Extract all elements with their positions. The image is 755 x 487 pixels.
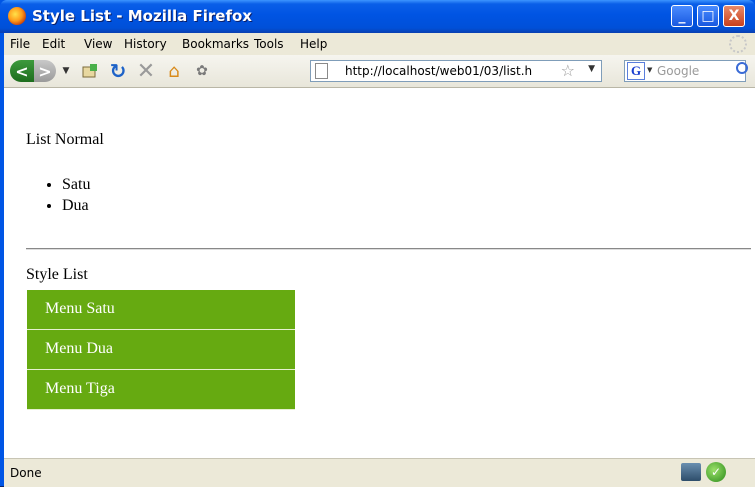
menu-file[interactable]: File (10, 37, 30, 51)
throbber-icon (729, 35, 747, 53)
search-box[interactable]: G ▼ Google (624, 60, 746, 82)
firefox-logo-icon (8, 7, 26, 25)
style-list-title: Style List (26, 266, 88, 283)
menu-item-tiga[interactable]: Menu Tiga (27, 370, 295, 410)
search-placeholder[interactable]: Google (657, 64, 699, 78)
horizontal-rule (26, 248, 751, 250)
menu-tools[interactable]: Tools (254, 37, 284, 51)
home-icon[interactable]: ⌂ (162, 60, 186, 82)
google-engine-icon[interactable]: G (627, 62, 645, 80)
maximize-button[interactable]: □ (697, 5, 719, 27)
menu-item-satu[interactable]: Menu Satu (27, 290, 295, 330)
list-item: Satu (62, 174, 90, 195)
page-icon (315, 63, 328, 79)
window-title: Style List - Mozilla Firefox (32, 7, 252, 25)
engine-dropdown-icon[interactable]: ▼ (647, 66, 652, 74)
style-menu-list: Menu Satu Menu Dua Menu Tiga (27, 290, 295, 410)
normal-list: Satu Dua (44, 174, 90, 216)
menu-bookmarks[interactable]: Bookmarks (182, 37, 249, 51)
reload-icon[interactable]: ↻ (106, 59, 130, 83)
history-dropdown-icon[interactable]: ▼ (60, 60, 72, 82)
navigation-toolbar: < > ▼ ↻ ✕ ⌂ ✿ http://localhost/web01/03/… (4, 55, 755, 88)
menu-item-dua[interactable]: Menu Dua (27, 330, 295, 370)
status-bar: Done ✓ (4, 458, 755, 487)
search-icon[interactable] (736, 62, 748, 74)
menu-bar: File Edit View History Bookmarks Tools H… (4, 33, 755, 55)
menu-view[interactable]: View (84, 37, 112, 51)
addons-icon[interactable]: ✿ (190, 60, 214, 82)
url-bar[interactable]: http://localhost/web01/03/list.h ☆ ▼ (310, 60, 602, 82)
check-icon[interactable]: ✓ (706, 462, 726, 482)
back-button[interactable]: < (10, 60, 34, 82)
status-text: Done (10, 466, 42, 480)
page-content: List Normal Satu Dua Style List Menu Sat… (4, 88, 755, 458)
title-bar: Style List - Mozilla Firefox _ □ X (0, 0, 755, 33)
menu-history[interactable]: History (124, 37, 167, 51)
minimize-button[interactable]: _ (671, 5, 693, 27)
list-item: Dua (62, 195, 90, 216)
normal-list-title: List Normal (26, 131, 104, 148)
firefox-window: Style List - Mozilla Firefox _ □ X File … (0, 0, 755, 487)
url-dropdown-icon[interactable]: ▼ (588, 64, 595, 74)
close-button[interactable]: X (723, 5, 745, 27)
menu-help[interactable]: Help (300, 37, 327, 51)
add-tab-icon[interactable] (78, 60, 102, 82)
menu-edit[interactable]: Edit (42, 37, 65, 51)
stop-icon[interactable]: ✕ (134, 59, 158, 84)
addon-status-icon[interactable] (681, 463, 701, 481)
url-text[interactable]: http://localhost/web01/03/list.h (345, 64, 532, 78)
bookmark-star-icon[interactable]: ☆ (561, 61, 575, 80)
forward-button[interactable]: > (34, 60, 56, 82)
